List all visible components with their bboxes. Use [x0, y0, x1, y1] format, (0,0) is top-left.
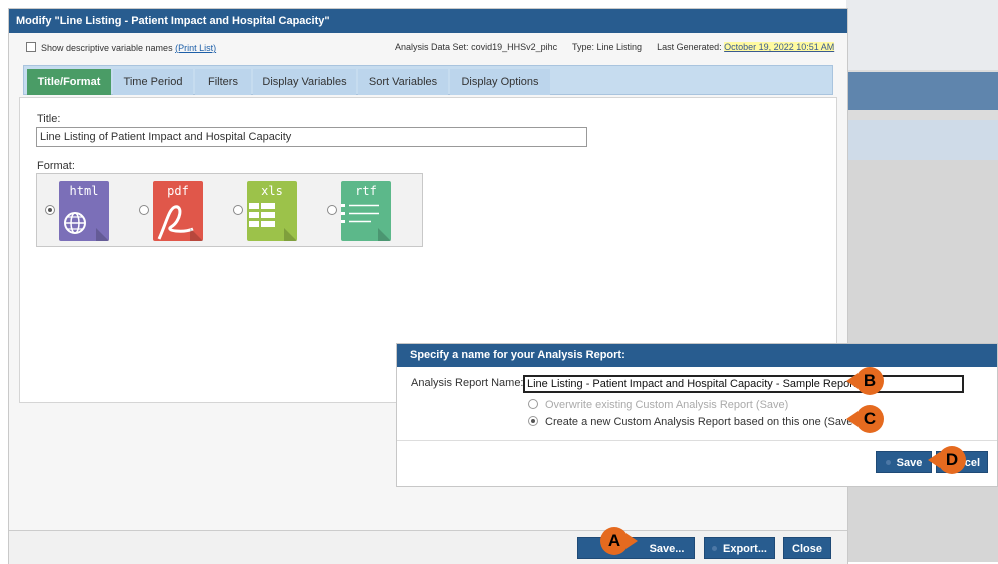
tab-filters[interactable]: Filters [195, 69, 251, 95]
format-pdf-radio[interactable] [139, 205, 149, 215]
format-options: html pdf xls rtf [36, 173, 423, 247]
format-xls-radio[interactable] [233, 205, 243, 215]
format-option-rtf[interactable]: rtf [327, 181, 407, 241]
last-generated-label: Last Generated: [657, 42, 722, 52]
tab-display-variables[interactable]: Display Variables [253, 69, 356, 95]
type-value: Line Listing [596, 42, 643, 52]
tab-title-format[interactable]: Title/Format [27, 69, 111, 95]
descriptive-names-checkbox[interactable] [26, 42, 36, 52]
overwrite-label: Overwrite existing Custom Analysis Repor… [545, 399, 789, 411]
dataset-label: Analysis Data Set: [395, 42, 469, 52]
callout-a: A [600, 527, 648, 555]
format-label: Format: [37, 160, 75, 172]
format-option-xls[interactable]: xls [233, 181, 313, 241]
callout-b: B [846, 367, 894, 395]
overwrite-option[interactable]: Overwrite existing Custom Analysis Repor… [528, 399, 788, 411]
close-button[interactable]: Close [783, 537, 831, 559]
last-generated-value[interactable]: October 19, 2022 10:51 AM [724, 42, 835, 52]
dialog-title: Specify a name for your Analysis Report: [397, 344, 997, 367]
print-list-link[interactable]: (Print List) [175, 43, 216, 53]
save-icon [885, 460, 891, 465]
overwrite-radio[interactable] [528, 399, 538, 409]
pdf-file-icon[interactable]: pdf [153, 181, 203, 241]
create-new-radio[interactable] [528, 416, 538, 426]
save-button-label: Save... [649, 543, 685, 555]
report-name-field[interactable]: Line Listing - Patient Impact and Hospit… [523, 375, 964, 393]
dataset-value: covid19_HHSv2_pihc [471, 42, 558, 52]
create-new-option[interactable]: Create a new Custom Analysis Report base… [528, 416, 871, 428]
descriptive-names-option[interactable]: Show descriptive variable names (Print L… [26, 42, 216, 53]
export-icon [711, 546, 717, 551]
rtf-file-icon[interactable]: rtf [341, 181, 391, 241]
window-title: Modify "Line Listing - Patient Impact an… [9, 9, 847, 33]
descriptive-names-label: Show descriptive variable names [41, 43, 173, 53]
background-band [846, 72, 998, 110]
export-button[interactable]: Export... [704, 537, 775, 559]
format-html-radio[interactable] [45, 205, 55, 215]
xls-file-icon[interactable]: xls [247, 181, 297, 241]
format-rtf-radio[interactable] [327, 205, 337, 215]
background-band [846, 120, 998, 160]
type-label: Type: [571, 42, 594, 52]
title-label: Title: [37, 113, 61, 125]
tab-bar: Title/Format Time Period Filters Display… [23, 65, 833, 95]
dialog-divider [397, 440, 997, 441]
format-option-html[interactable]: html [45, 181, 125, 241]
dialog-save-button[interactable]: Save [876, 451, 932, 473]
callout-c: C [846, 405, 894, 433]
create-new-label: Create a new Custom Analysis Report base… [545, 416, 871, 428]
tab-sort-variables[interactable]: Sort Variables [358, 69, 448, 95]
tab-time-period[interactable]: Time Period [113, 69, 193, 95]
html-file-icon[interactable]: html [59, 181, 109, 241]
tab-display-options[interactable]: Display Options [450, 69, 550, 95]
format-option-pdf[interactable]: pdf [139, 181, 219, 241]
background-band [846, 0, 998, 70]
report-title-field[interactable]: Line Listing of Patient Impact and Hospi… [36, 127, 587, 147]
window-footer: Save... Export... Close [9, 530, 847, 564]
callout-d: D [928, 446, 976, 474]
report-meta: Analysis Data Set: covid19_HHSv2_pihc Ty… [395, 42, 835, 52]
report-name-label: Analysis Report Name: [411, 377, 524, 389]
save-report-dialog: Specify a name for your Analysis Report:… [396, 343, 998, 487]
